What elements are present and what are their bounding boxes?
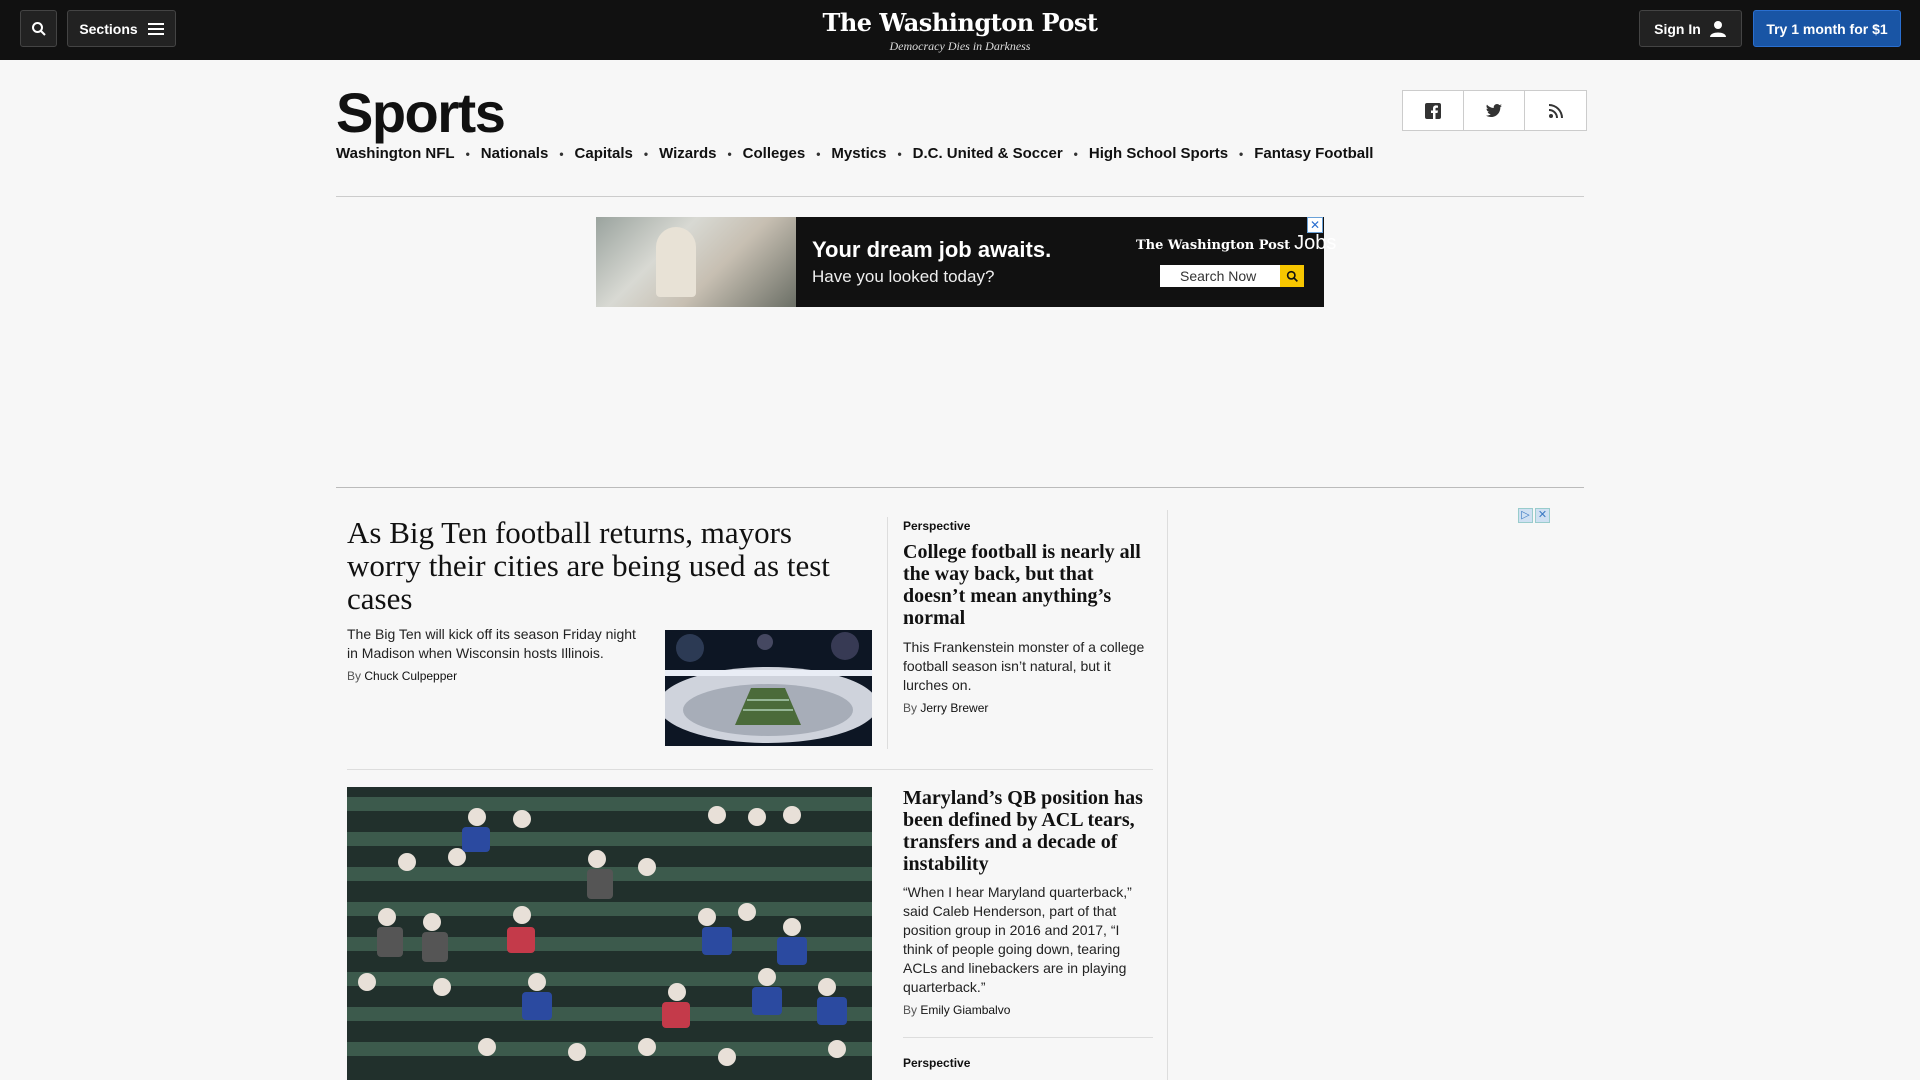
subnav-item-wizards[interactable]: Wizards — [659, 145, 716, 162]
ad-divider — [336, 487, 1584, 488]
rss-link[interactable] — [1525, 91, 1586, 130]
search-icon — [31, 21, 46, 36]
subnav-separator: • — [1239, 146, 1244, 161]
site-logo[interactable]: The Washington Post Democracy Dies in Da… — [760, 8, 1160, 54]
side-story-1-author[interactable]: Jerry Brewer — [920, 701, 988, 715]
page-title: Sports — [336, 81, 506, 144]
search-icon — [1286, 270, 1298, 282]
ad-search-go[interactable] — [1280, 265, 1304, 287]
column-divider — [887, 517, 888, 749]
subscribe-button[interactable]: Try 1 month for $1 — [1753, 10, 1901, 47]
ad-choices-icon[interactable]: ▷ — [1518, 508, 1533, 523]
sports-subnav: Washington NFL • Nationals • Capitals • … — [336, 145, 1373, 162]
story-divider — [347, 769, 1153, 770]
subnav-separator: • — [643, 146, 649, 161]
logo-tagline: Democracy Dies in Darkness — [889, 39, 1031, 53]
sign-in-button[interactable]: Sign In — [1639, 10, 1742, 47]
subnav-separator: • — [727, 146, 732, 161]
ad-brand: The Washington Post Jobs — [1136, 232, 1336, 255]
lead-story-byline: By Chuck Culpepper — [347, 669, 457, 683]
ad-close-icon[interactable]: ✕ — [1535, 508, 1550, 523]
lead-story-author[interactable]: Chuck Culpepper — [364, 669, 457, 683]
subnav-item-mystics[interactable]: Mystics — [831, 145, 886, 162]
sections-label: Sections — [79, 20, 138, 37]
subnav-item-capitals[interactable]: Capitals — [575, 145, 633, 162]
subnav-separator: • — [1073, 146, 1078, 161]
subnav-separator: • — [559, 146, 564, 161]
byline-prefix: By — [903, 701, 918, 715]
sign-in-label: Sign In — [1654, 20, 1701, 37]
menu-icon — [147, 22, 164, 35]
ad-close-icon[interactable]: ✕ — [1307, 217, 1323, 233]
subnav-item-washington-nfl[interactable]: Washington NFL — [336, 145, 455, 162]
subnav-item-dc-united-soccer[interactable]: D.C. United & Soccer — [913, 145, 1063, 162]
byline-prefix: By — [903, 1003, 918, 1017]
stadium-fireworks-image[interactable] — [665, 630, 872, 746]
side-story-1-byline: By Jerry Brewer — [903, 701, 988, 715]
side-story-1-blurb: This Frankenstein monster of a college f… — [903, 639, 1145, 693]
lead-story-blurb: The Big Ten will kick off its season Fri… — [347, 626, 636, 661]
side-story-2-byline: By Emily Giambalvo — [903, 1003, 1010, 1017]
next-story-kicker: Perspective — [903, 1056, 971, 1070]
ad-brand-name: The Washington Post — [1136, 238, 1291, 253]
lead-story-headline[interactable]: As Big Ten football returns, mayors worr… — [347, 516, 867, 615]
side-story-2-headline[interactable]: Maryland’s QB position has been defined … — [903, 787, 1153, 875]
side-story-1-kicker: Perspective — [903, 519, 971, 533]
subnav-separator: • — [465, 146, 470, 161]
subnav-item-colleges[interactable]: Colleges — [743, 145, 806, 162]
sections-button[interactable]: Sections — [67, 10, 176, 47]
ad-headline: Your dream job awaits. — [812, 237, 1052, 262]
right-rail-ad[interactable] — [1168, 510, 1584, 1080]
side-story-2-blurb: “When I hear Maryland quarterback,” said… — [903, 884, 1132, 995]
side-story-2-author[interactable]: Emily Giambalvo — [920, 1003, 1010, 1017]
fans-in-stands-image[interactable] — [347, 787, 872, 1080]
subnav-separator: • — [897, 146, 902, 161]
side-story-1-headline[interactable]: College football is nearly all the way b… — [903, 541, 1153, 629]
twitter-link[interactable] — [1464, 91, 1525, 130]
ad-brand-suffix: Jobs — [1294, 232, 1337, 254]
header-divider — [336, 196, 1584, 197]
search-button[interactable] — [20, 10, 57, 47]
ad-photo — [596, 217, 796, 307]
ad-copy: Your dream job awaits. Have you looked t… — [796, 217, 1051, 307]
subnav-item-fantasy-football[interactable]: Fantasy Football — [1254, 145, 1373, 162]
top-bar: Sections The Washington Post Democracy D… — [0, 0, 1920, 60]
twitter-icon — [1486, 103, 1502, 117]
user-icon — [1709, 20, 1726, 37]
story-divider — [903, 1037, 1153, 1038]
ad-subline: Have you looked today? — [812, 267, 995, 286]
ad-choices[interactable]: ▷ ✕ — [1518, 508, 1550, 524]
jobs-ad-banner[interactable]: Your dream job awaits. Have you looked t… — [596, 217, 1324, 307]
subnav-item-high-school-sports[interactable]: High School Sports — [1089, 145, 1228, 162]
subnav-item-nationals[interactable]: Nationals — [481, 145, 549, 162]
rss-icon — [1548, 103, 1563, 118]
facebook-link[interactable] — [1403, 91, 1464, 130]
subnav-separator: • — [816, 146, 821, 161]
social-links — [1402, 90, 1587, 131]
facebook-icon — [1425, 102, 1441, 119]
byline-prefix: By — [347, 669, 362, 683]
logo-name: The Washington Post — [822, 8, 1098, 37]
